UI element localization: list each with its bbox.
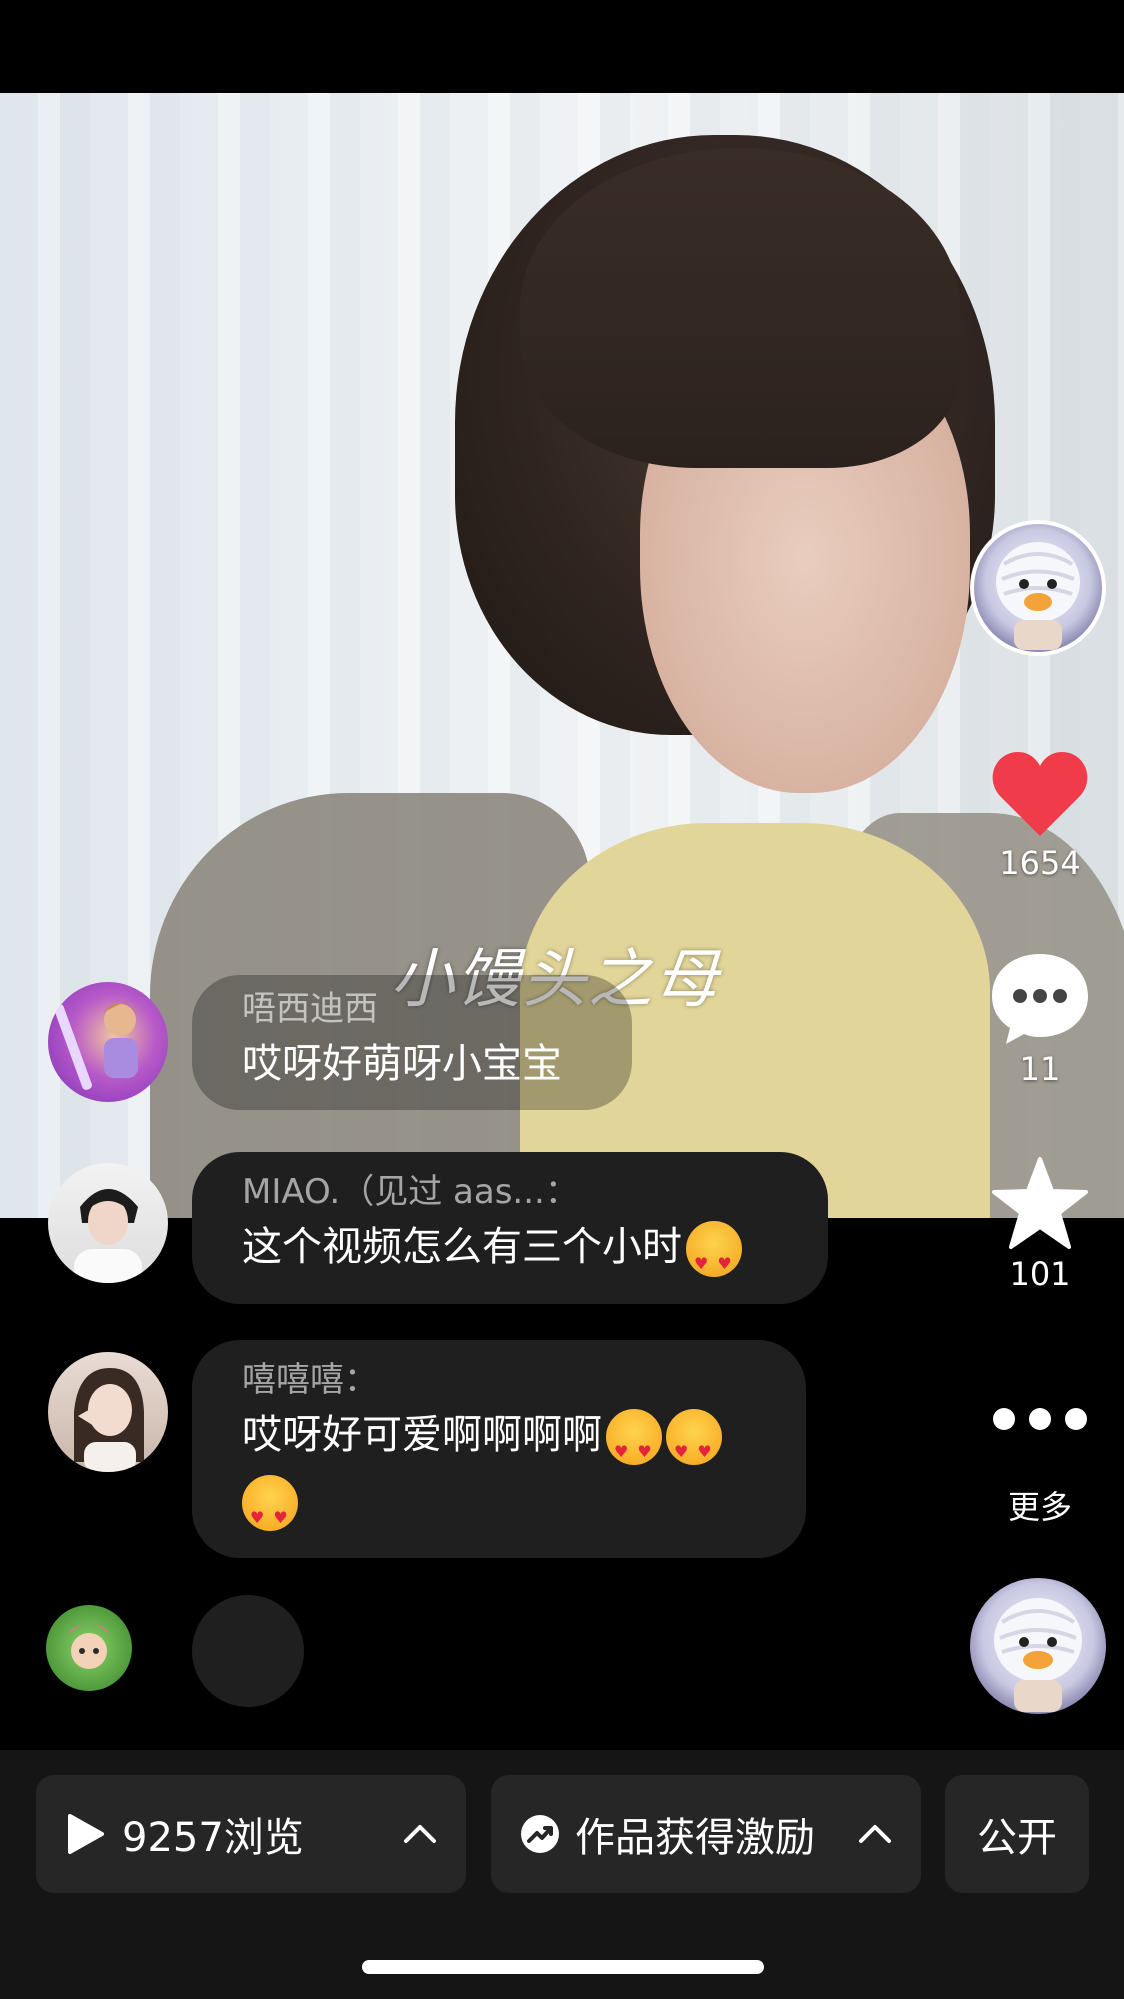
incentive-label: 作品获得激励: [575, 1815, 815, 1861]
comment-text: 哎呀好萌呀小宝宝: [242, 1041, 562, 1087]
favorite-count: 101: [1009, 1255, 1071, 1293]
comment-bubble-loading: [192, 1595, 304, 1707]
home-indicator[interactable]: [362, 1960, 764, 1974]
favorite-button[interactable]: 101: [980, 1155, 1100, 1293]
comment-user: MIAO.（见过 aas...：: [242, 1172, 579, 1212]
author-avatar[interactable]: [970, 520, 1106, 656]
comment-user: 嘻嘻嘻：: [242, 1360, 378, 1400]
heart-eyes-emoji-icon: [666, 1409, 722, 1485]
more-label: 更多: [1007, 1488, 1072, 1526]
views-button[interactable]: 9257浏览: [36, 1775, 466, 1893]
heart-eyes-emoji-icon: [606, 1409, 662, 1485]
star-icon: [992, 1157, 1088, 1249]
play-icon: [68, 1814, 104, 1854]
like-count: 1654: [999, 844, 1081, 882]
trend-up-icon: [521, 1815, 559, 1853]
comment-bubble-icon: [992, 954, 1088, 1044]
incentive-button[interactable]: 作品获得激励: [491, 1775, 921, 1893]
more-dots-icon: [980, 1408, 1100, 1430]
comment-text-line: 这个视频怎么有三个小时: [242, 1214, 778, 1297]
avatar-photo: [74, 1189, 142, 1283]
chevron-up-icon: [859, 1825, 891, 1843]
commenter-avatar[interactable]: [48, 1163, 168, 1283]
heart-eyes-emoji-icon: [242, 1475, 298, 1551]
like-button[interactable]: 1654: [980, 748, 1100, 882]
comment-bubble[interactable]: MIAO.（见过 aas...： 这个视频怎么有三个小时: [192, 1152, 828, 1304]
avatar-photo: [54, 1003, 138, 1090]
visibility-button[interactable]: 公开: [945, 1775, 1089, 1893]
duck-mascot-icon: [994, 1598, 1082, 1712]
comment-button[interactable]: 11: [980, 950, 1100, 1088]
commenter-avatar[interactable]: [48, 1352, 168, 1472]
duck-mascot-icon: [996, 542, 1080, 650]
heart-icon: [992, 752, 1088, 836]
avatar-photo: [74, 1368, 144, 1472]
comment-text: 这个视频怎么有三个小时: [242, 1224, 682, 1270]
chevron-up-icon: [404, 1825, 436, 1843]
commenter-avatar[interactable]: [48, 982, 168, 1102]
music-disc[interactable]: [970, 1578, 1106, 1714]
comment-bubble[interactable]: 嘻嘻嘻： 哎呀好可爱啊啊啊啊: [192, 1340, 806, 1558]
comment-count: 11: [1019, 1050, 1061, 1088]
bangs: [520, 148, 960, 468]
more-button[interactable]: 更多: [980, 1408, 1100, 1528]
comment-bubble[interactable]: 唔西迪西 哎呀好萌呀小宝宝: [192, 975, 632, 1110]
avatar-photo: [68, 1624, 110, 1669]
comment-user: 唔西迪西: [242, 989, 378, 1029]
crying-emoji-icon: [686, 1221, 742, 1297]
visibility-label: 公开: [977, 1815, 1057, 1861]
comment-text: 哎呀好可爱啊啊啊啊: [242, 1412, 602, 1458]
comment-text-line: 哎呀好可爱啊啊啊啊: [242, 1402, 756, 1551]
views-label: 9257浏览: [122, 1815, 304, 1861]
commenter-avatar[interactable]: [46, 1605, 132, 1691]
